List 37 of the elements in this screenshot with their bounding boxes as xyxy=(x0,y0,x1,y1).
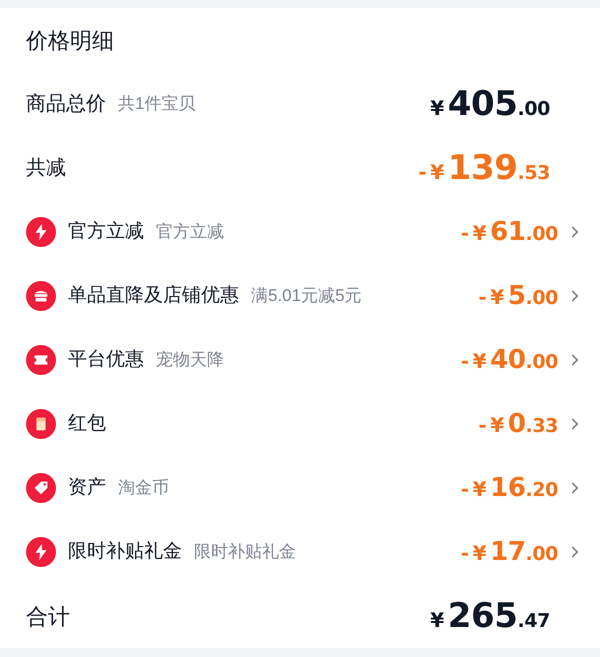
lightning-icon xyxy=(26,537,56,567)
row-label: 共减 xyxy=(26,156,66,181)
discount-row[interactable]: 平台优惠 宠物天降 - ¥40.00 xyxy=(26,328,584,392)
price: ¥405.00 xyxy=(430,82,550,126)
envelope-icon xyxy=(26,409,56,439)
shop-icon xyxy=(26,281,56,311)
price: - ¥16.20 xyxy=(460,472,558,504)
discount-row[interactable]: 红包 - ¥0.33 xyxy=(26,392,584,456)
lightning-icon xyxy=(26,217,56,247)
row-note: 官方立减 xyxy=(156,221,224,244)
discount-row[interactable]: 限时补贴礼金 限时补贴礼金 - ¥17.00 xyxy=(26,520,584,584)
row-label: 红包 xyxy=(68,412,106,436)
row-label: 资产 xyxy=(68,476,106,500)
row-label: 限时补贴礼金 xyxy=(68,540,182,564)
row-label: 单品直降及店铺优惠 xyxy=(68,284,239,308)
price: - ¥17.00 xyxy=(460,536,558,568)
price: - ¥5.00 xyxy=(478,280,558,312)
price: - ¥61.00 xyxy=(460,216,558,248)
row-label: 官方立减 xyxy=(68,220,144,244)
tag-icon xyxy=(26,473,56,503)
row-label: 平台优惠 xyxy=(68,348,144,372)
discount-row[interactable]: 单品直降及店铺优惠 满5.01元减5元 - ¥5.00 xyxy=(26,264,584,328)
row-note: 宠物天降 xyxy=(156,349,224,372)
card-title: 价格明细 xyxy=(26,26,114,54)
price: - ¥139.53 xyxy=(418,146,550,190)
row-label: 合计 xyxy=(26,602,70,630)
ticket-icon xyxy=(26,345,56,375)
row-label: 商品总价 xyxy=(26,92,106,117)
price: - ¥0.33 xyxy=(478,408,558,440)
discount-row[interactable]: 资产 淘金币 - ¥16.20 xyxy=(26,456,584,520)
row-note: 满5.01元减5元 xyxy=(251,285,362,308)
discount-row[interactable]: 官方立减 官方立减 - ¥61.00 xyxy=(26,200,584,264)
row-note: 共1件宝贝 xyxy=(118,93,196,116)
row-note: 淘金币 xyxy=(118,477,169,500)
price: - ¥40.00 xyxy=(460,344,558,376)
price: ¥265.47 xyxy=(430,594,550,638)
row-note: 限时补贴礼金 xyxy=(194,541,296,564)
